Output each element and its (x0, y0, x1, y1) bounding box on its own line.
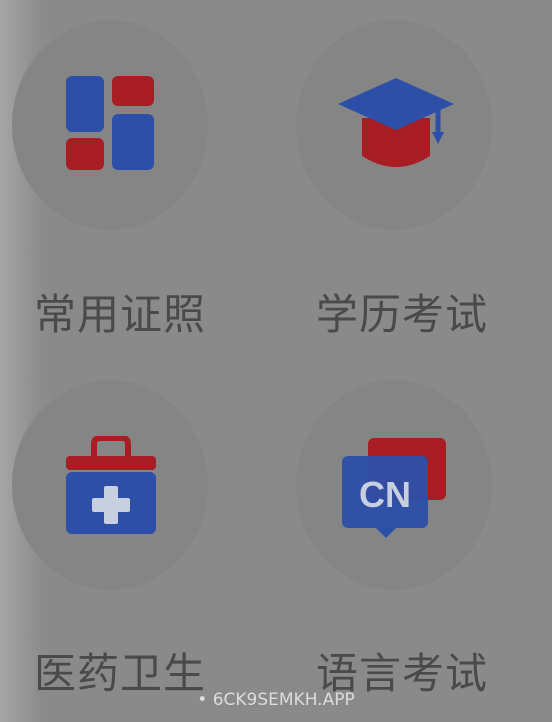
cn-icon-text: CN (359, 474, 411, 515)
language-cn-icon: CN (342, 438, 446, 538)
tile-label: 常用证照 (34, 290, 207, 339)
medical-kit-icon (66, 436, 156, 534)
watermark-footer: • 6CK9SEMKH.APP (197, 690, 355, 710)
tile-label: 学历考试 (316, 290, 489, 339)
graduation-cap-icon (338, 78, 454, 167)
certificates-grid-icon (66, 76, 154, 170)
